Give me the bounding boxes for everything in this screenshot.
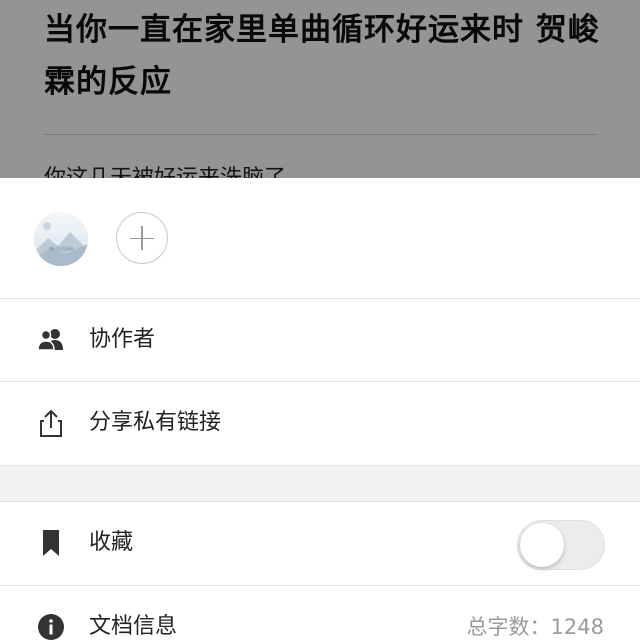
info-icon xyxy=(38,614,64,640)
share-private-link-label: 分享私有链接 xyxy=(89,410,222,435)
favorite-row: 收藏 xyxy=(0,502,640,584)
favorite-label: 收藏 xyxy=(89,530,134,555)
add-collaborator-button[interactable] xyxy=(116,212,168,264)
document-info-label: 文档信息 xyxy=(89,614,178,639)
toggle-knob xyxy=(520,523,564,567)
collaborators-row[interactable]: 协作者 xyxy=(0,299,640,381)
document-info-row[interactable]: 文档信息 总字数：1248 xyxy=(0,586,640,640)
section-gap xyxy=(0,466,640,502)
share-icon xyxy=(40,409,62,437)
landscape-image-icon xyxy=(34,212,88,266)
owner-avatar[interactable]: 旅行生活画册 xyxy=(34,212,88,266)
collaborator-avatars-row: 旅行生活画册 xyxy=(0,178,640,298)
word-count: 总字数：1248 xyxy=(466,615,604,639)
avatar-caption: 旅行生活画册 xyxy=(49,246,73,251)
document-options-sheet: 旅行生活画册 协作者 分享私有链接 收藏 文档信息 总字数：1248 xyxy=(0,178,640,640)
favorite-toggle[interactable] xyxy=(517,520,605,570)
collaborators-label: 协作者 xyxy=(89,327,156,352)
bookmark-icon xyxy=(43,530,59,556)
share-private-link-row[interactable]: 分享私有链接 xyxy=(0,382,640,464)
people-icon xyxy=(37,329,63,351)
